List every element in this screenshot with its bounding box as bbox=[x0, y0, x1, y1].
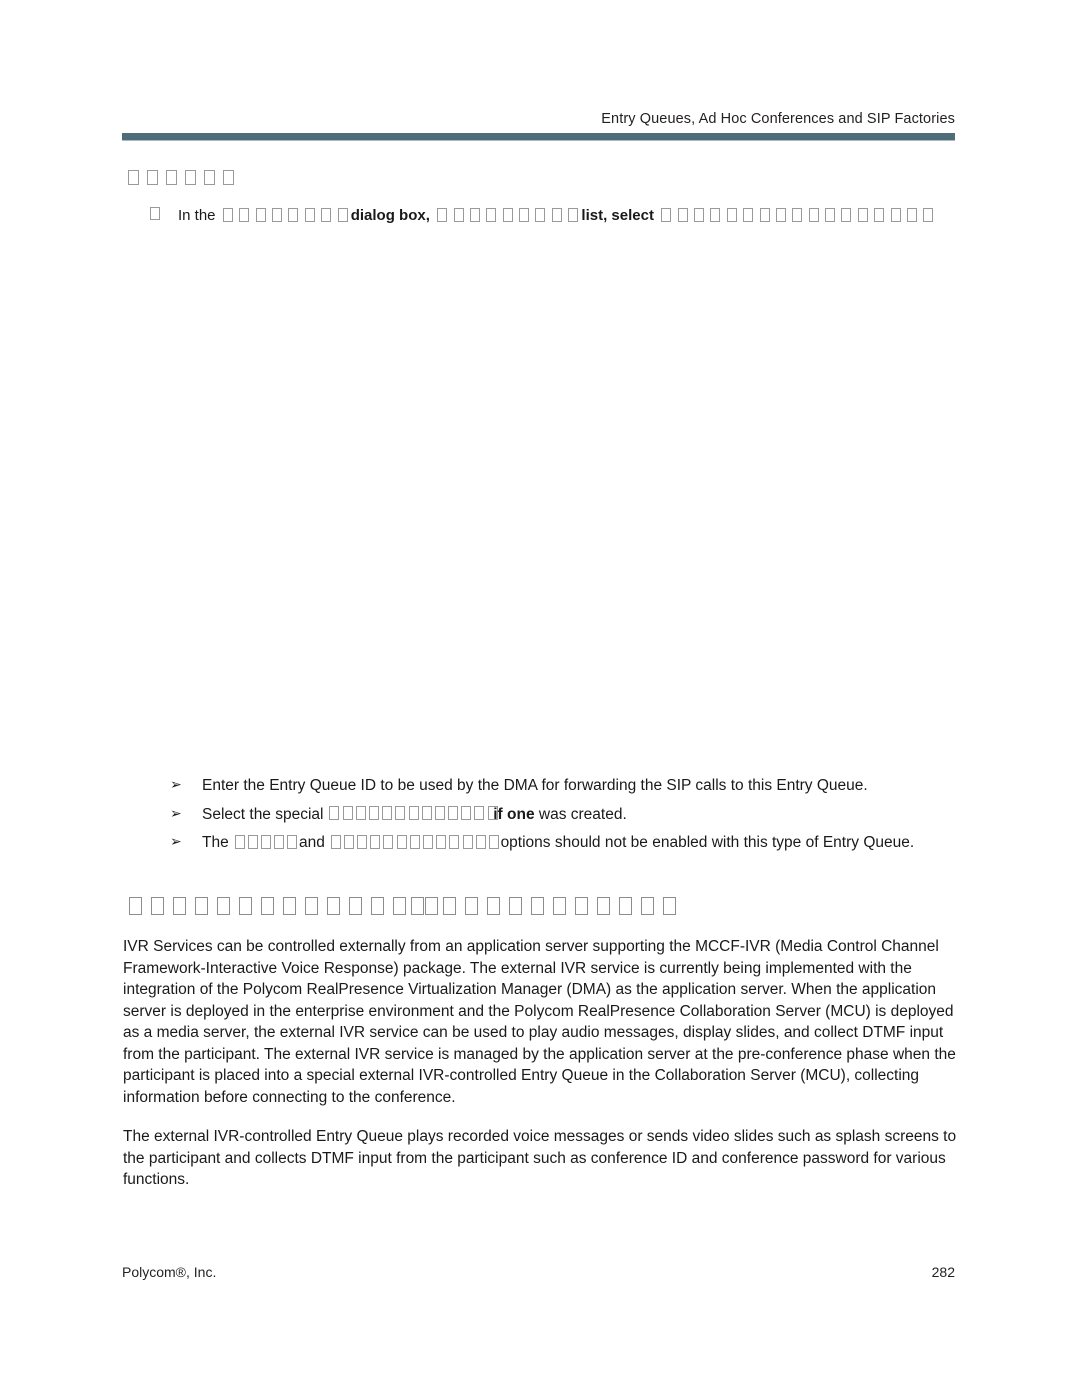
footer-page-number: 282 bbox=[931, 1264, 955, 1280]
arrow-item-text: The and options should not be enabled wi… bbox=[202, 834, 915, 851]
arrow-bullet-icon: ➢ bbox=[170, 834, 182, 850]
list-item: ➢ The and options should not be enabled … bbox=[170, 832, 970, 854]
arrow-item-text: Enter the Entry Queue ID to be used by t… bbox=[202, 777, 868, 794]
section-heading bbox=[124, 893, 680, 920]
running-header-title: Entry Queues, Ad Hoc Conferences and SIP… bbox=[601, 111, 955, 127]
list-item: ➢ Enter the Entry Queue ID to be used by… bbox=[170, 775, 970, 797]
list-item: In the dialog box, list, select bbox=[150, 204, 990, 227]
footer-company: Polycom®, Inc. bbox=[122, 1264, 217, 1280]
tofu-run-subheading bbox=[124, 169, 238, 187]
list-item: ➢ Select the special if one was created. bbox=[170, 804, 970, 826]
header-rule bbox=[122, 133, 955, 141]
procedure-list: In the dialog box, list, select bbox=[150, 204, 990, 227]
arrow-bullet-icon: ➢ bbox=[170, 805, 182, 822]
document-page: Entry Queues, Ad Hoc Conferences and SIP… bbox=[0, 0, 1080, 1397]
page-footer: Polycom®, Inc. 282 bbox=[122, 1263, 955, 1281]
paragraph: IVR Services can be controlled externall… bbox=[123, 938, 956, 1106]
body-copy: IVR Services can be controlled externall… bbox=[123, 936, 961, 1191]
procedure-step-text: In the dialog box, list, select bbox=[178, 204, 990, 227]
arrow-bullet-icon: ➢ bbox=[170, 777, 182, 793]
tofu-run-section-heading bbox=[124, 894, 680, 918]
arrow-item-text: Select the special if one was created. bbox=[202, 805, 627, 823]
procedure-sub-heading bbox=[124, 168, 238, 189]
arrow-bullet-list: ➢ Enter the Entry Queue ID to be used by… bbox=[170, 775, 970, 854]
paragraph: The external IVR-controlled Entry Queue … bbox=[123, 1128, 957, 1188]
bullet-marker-icon bbox=[150, 205, 178, 227]
